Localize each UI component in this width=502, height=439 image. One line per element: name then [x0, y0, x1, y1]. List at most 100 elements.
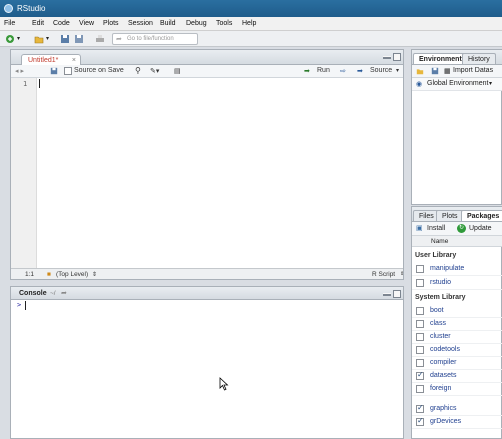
menu-edit[interactable]: Edit	[32, 20, 44, 27]
package-name[interactable]: rstudio	[430, 279, 451, 286]
package-checkbox[interactable]	[416, 403, 424, 413]
package-checkbox[interactable]	[416, 279, 424, 287]
save-icon[interactable]	[60, 34, 70, 44]
source-on-save-label: Source on Save	[74, 67, 124, 74]
package-checkbox[interactable]	[416, 370, 424, 380]
scope-icon: ■	[47, 271, 51, 278]
minimize-console-icon[interactable]	[383, 293, 391, 296]
package-checkbox[interactable]	[416, 346, 424, 354]
code-tools-icon[interactable]: ✎▾	[150, 67, 159, 75]
source-on-save-checkbox[interactable]	[64, 67, 72, 75]
menu-view[interactable]: View	[79, 20, 94, 27]
menu-code[interactable]: Code	[53, 20, 70, 27]
go-to-dir-icon[interactable]: ➦	[61, 289, 67, 297]
source-dropdown-icon[interactable]: ▾	[396, 67, 399, 74]
package-row: class	[412, 318, 502, 331]
update-icon: ↻	[457, 224, 466, 233]
load-workspace-icon[interactable]	[416, 67, 424, 75]
package-name[interactable]: grDevices	[430, 418, 461, 425]
package-name[interactable]: manipulate	[430, 265, 464, 272]
run-icon: ➡	[304, 68, 310, 75]
open-dropdown-icon[interactable]: ▾	[46, 35, 49, 42]
environment-scope-icon: ◉	[416, 81, 423, 88]
print-icon[interactable]	[95, 34, 105, 44]
import-dataset-button[interactable]: Import Datas	[453, 67, 493, 74]
new-file-dropdown-icon[interactable]: ▾	[17, 35, 20, 42]
package-name[interactable]: boot	[430, 307, 444, 314]
menu-tools[interactable]: Tools	[216, 20, 232, 27]
package-name[interactable]: graphics	[430, 405, 456, 412]
line-number-gutter: 1	[11, 78, 37, 268]
editor-save-icon[interactable]	[50, 67, 58, 75]
open-folder-icon[interactable]	[34, 34, 44, 44]
system-library-title: System Library	[415, 294, 466, 301]
menu-debug[interactable]: Debug	[186, 20, 207, 27]
close-tab-icon[interactable]: ×	[72, 57, 76, 64]
environment-toolbar: ▦ Import Datas	[412, 65, 502, 78]
package-checkbox[interactable]	[416, 333, 424, 341]
package-row: graphics	[412, 403, 502, 416]
maximize-console-icon[interactable]	[393, 290, 401, 298]
name-column-header[interactable]: Name	[431, 238, 448, 245]
menu-file[interactable]: File	[4, 20, 15, 27]
rerun-icon[interactable]: ⇨	[340, 67, 346, 75]
compile-notebook-icon[interactable]: ▤	[174, 67, 181, 75]
goto-arrow-icon: ➦	[116, 36, 122, 43]
editor-toolbar: ◂ ▸ Source on Save ⚲ ✎▾ ▤ ➡ Run ⇨ ➡ Sour…	[11, 65, 403, 78]
menu-help[interactable]: Help	[242, 20, 256, 27]
save-all-icon[interactable]	[74, 34, 84, 44]
run-button[interactable]: Run	[317, 67, 330, 74]
install-icon: ▣	[416, 225, 423, 232]
code-editor-area[interactable]	[40, 78, 403, 268]
packages-tabstrip: Files Plots Packages	[412, 207, 502, 222]
install-button[interactable]: Install	[427, 225, 445, 232]
goto-file-input[interactable]: ➦ Go to file/function	[112, 33, 198, 45]
save-workspace-icon[interactable]	[431, 67, 439, 75]
tab-plots[interactable]: Plots	[436, 210, 464, 221]
package-name[interactable]: compiler	[430, 359, 456, 366]
package-checkbox[interactable]	[416, 359, 424, 367]
package-checkbox[interactable]	[416, 320, 424, 328]
package-row: grDevices	[412, 416, 502, 429]
package-name[interactable]: foreign	[430, 385, 451, 392]
package-name[interactable]: cluster	[430, 333, 451, 340]
package-name[interactable]: codetools	[430, 346, 460, 353]
file-type-dropdown-icon[interactable]: ⇕	[400, 271, 404, 277]
nav-arrows-icon[interactable]: ◂ ▸	[15, 67, 24, 75]
file-type-selector[interactable]: R Script	[372, 271, 395, 278]
tab-packages[interactable]: Packages	[461, 210, 502, 221]
package-name[interactable]: class	[430, 320, 446, 327]
update-button[interactable]: Update	[469, 225, 492, 232]
menu-build[interactable]: Build	[160, 20, 176, 27]
package-checkbox[interactable]	[416, 385, 424, 393]
editor-tabstrip: Untitled1* ×	[11, 50, 403, 67]
scope-selector[interactable]: (Top Level)	[56, 271, 88, 278]
console-titlebar: Console ~/ ➦	[11, 287, 403, 300]
title-bar: RStudio	[0, 0, 502, 17]
import-dataset-icon: ▦	[444, 68, 451, 75]
package-row: cluster	[412, 331, 502, 344]
package-name[interactable]: datasets	[430, 372, 456, 379]
maximize-editor-icon[interactable]	[393, 53, 401, 61]
package-checkbox[interactable]	[416, 416, 424, 426]
scope-dropdown-icon[interactable]: ⇕	[92, 271, 97, 278]
environment-scope-selector[interactable]: Global Environment	[427, 80, 488, 87]
tab-environment[interactable]: Environment	[413, 53, 468, 64]
scope-selector-dropdown-icon[interactable]: ▾	[489, 80, 492, 87]
new-file-icon[interactable]	[5, 34, 15, 44]
tab-history[interactable]: History	[462, 53, 496, 64]
package-checkbox[interactable]	[416, 307, 424, 315]
packages-table-header: Name	[412, 236, 502, 247]
source-button[interactable]: Source	[370, 67, 392, 74]
package-checkbox[interactable]	[416, 265, 424, 273]
find-icon[interactable]: ⚲	[135, 66, 141, 75]
package-row: manipulate	[412, 263, 502, 276]
console-working-dir[interactable]: ~/	[50, 290, 56, 297]
package-row: boot	[412, 305, 502, 318]
user-library-title: User Library	[415, 252, 457, 259]
menu-session[interactable]: Session	[128, 20, 153, 27]
console-input-area[interactable]	[11, 300, 403, 438]
menu-plots[interactable]: Plots	[103, 20, 119, 27]
main-toolbar: ▾ ▾ ➦ Go to file/function	[0, 31, 502, 47]
minimize-editor-icon[interactable]	[383, 56, 391, 59]
